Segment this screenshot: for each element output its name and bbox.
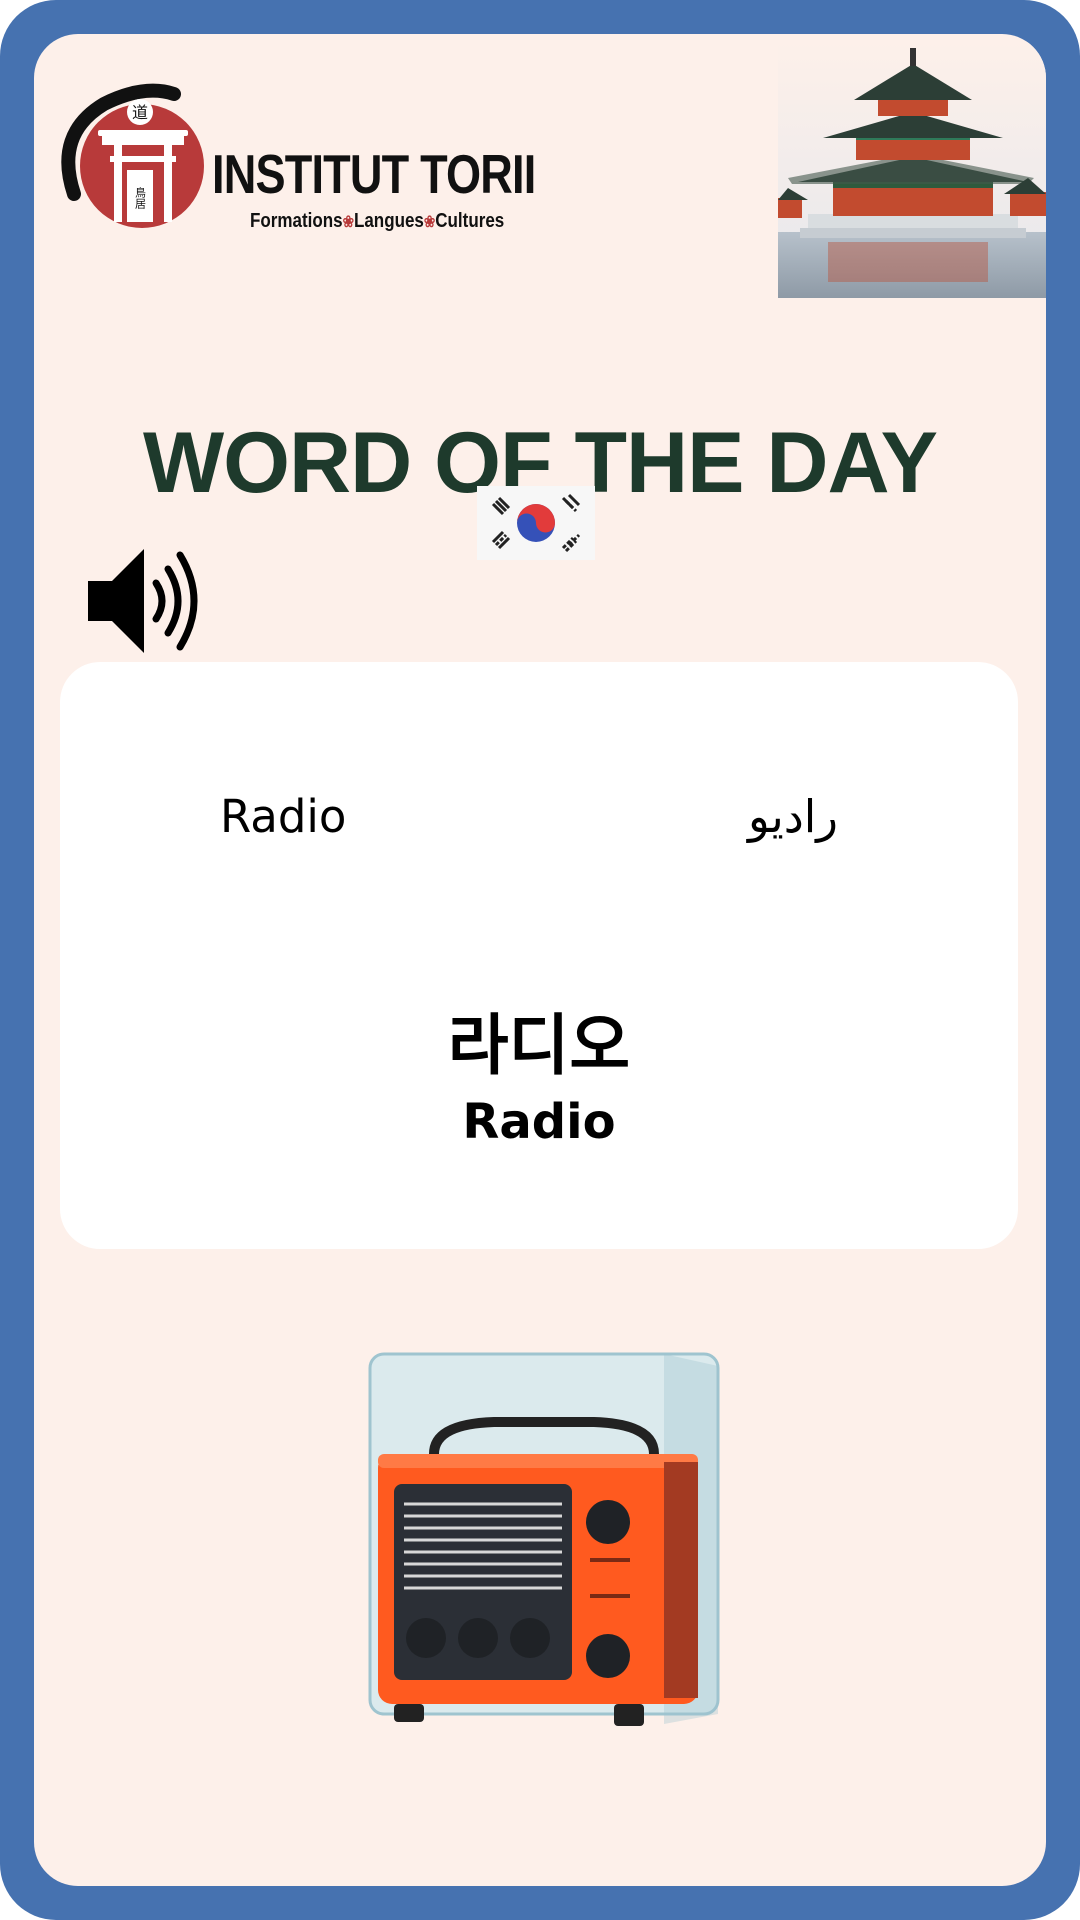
- speaker-icon[interactable]: [84, 531, 198, 671]
- emblem-glyph-michi: 道: [132, 103, 148, 122]
- romanization: Radio: [462, 1094, 616, 1150]
- torii-emblem-icon: 道 鳥居: [61, 83, 204, 228]
- flower-icon: ❀: [423, 214, 436, 231]
- pagoda-photo: [778, 42, 1046, 298]
- card-background: 道 鳥居 INSTITUT TORII Formations❀Langues❀C…: [34, 34, 1046, 1886]
- translation-french: Radio: [220, 790, 347, 843]
- outer-frame: 道 鳥居 INSTITUT TORII Formations❀Langues❀C…: [0, 0, 1080, 1920]
- word-card: Radio راديو 라디오 Radio: [60, 662, 1018, 1249]
- flower-icon: ❀: [342, 214, 354, 231]
- tagline-formations: Formations: [250, 210, 343, 232]
- korean-word: 라디오: [447, 1007, 631, 1084]
- tagline-langues: Langues: [353, 210, 424, 232]
- radio-illustration: [368, 1352, 720, 1726]
- brand-name: INSTITUT TORII: [212, 143, 536, 205]
- south-korea-flag-icon: [477, 486, 595, 560]
- emblem-glyph-torii: 鳥居: [134, 186, 147, 210]
- institut-torii-logo: 道 鳥居 INSTITUT TORII Formations❀Langues❀C…: [54, 74, 536, 244]
- tagline-cultures: Cultures: [435, 210, 505, 232]
- brand-tagline: Formations❀Langues❀Cultures: [250, 210, 504, 233]
- translation-arabic: راديو: [747, 790, 838, 843]
